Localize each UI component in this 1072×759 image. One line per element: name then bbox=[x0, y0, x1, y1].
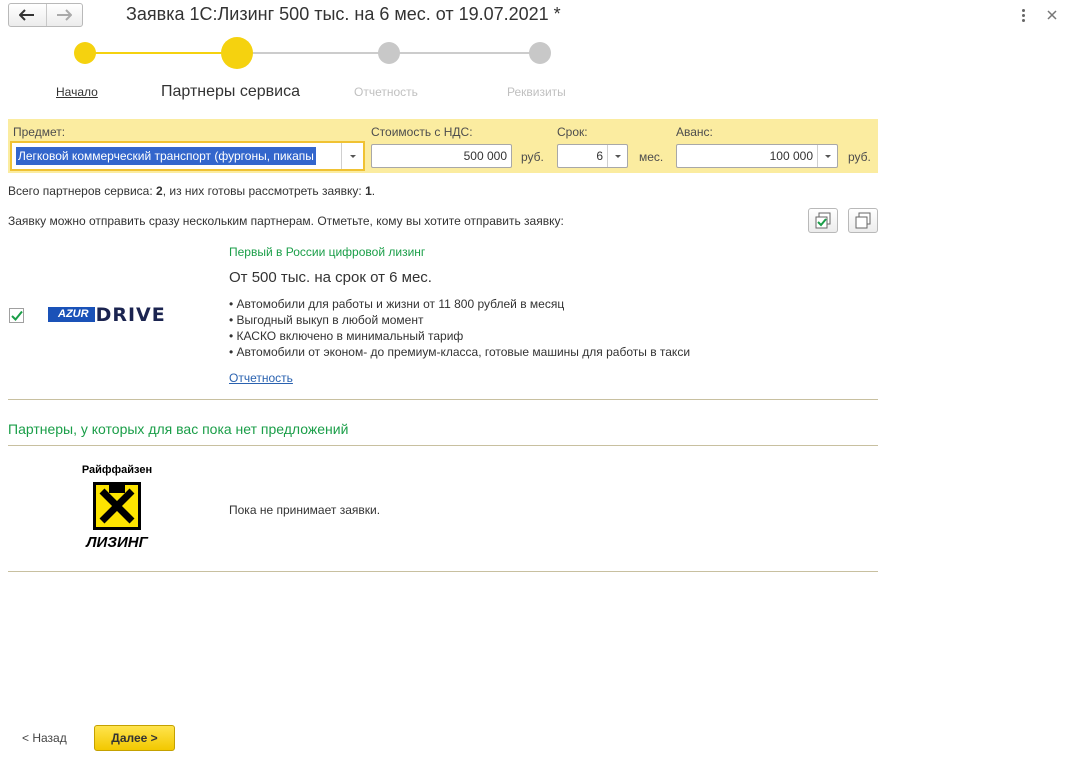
feature-item: КАСКО включено в минимальный тариф bbox=[229, 328, 690, 344]
advance-dropdown-icon[interactable] bbox=[817, 145, 837, 167]
arrow-right-icon bbox=[57, 9, 73, 21]
arrow-left-icon bbox=[19, 9, 35, 21]
checkmark-icon bbox=[11, 310, 23, 321]
azur-drive-logo: AZUR DRIVE bbox=[48, 304, 166, 326]
step-dot-reporting bbox=[378, 42, 400, 64]
feature-item: Выгодный выкуп в любой момент bbox=[229, 312, 690, 328]
back-button[interactable]: < Назад bbox=[22, 731, 67, 745]
back-arrow-button[interactable] bbox=[9, 4, 46, 26]
uncheck-all-button[interactable] bbox=[848, 208, 878, 233]
instruction-text: Заявку можно отправить сразу нескольким … bbox=[8, 214, 564, 228]
advance-unit: руб. bbox=[848, 150, 871, 164]
advance-label: Аванс: bbox=[676, 125, 713, 139]
advance-field[interactable]: 100 000 bbox=[676, 144, 838, 168]
cost-unit: руб. bbox=[521, 150, 544, 164]
cost-field[interactable]: 500 000 bbox=[371, 144, 512, 168]
term-dropdown-icon[interactable] bbox=[607, 145, 627, 167]
uncheck-all-icon bbox=[855, 212, 871, 228]
cost-value: 500 000 bbox=[463, 149, 507, 163]
subject-dropdown-icon[interactable] bbox=[341, 143, 363, 169]
step-requisites-label: Реквизиты bbox=[507, 85, 566, 99]
feature-item: Автомобили от эконом- до премиум-класса,… bbox=[229, 344, 690, 360]
step-dot-requisites bbox=[529, 42, 551, 64]
term-unit: мес. bbox=[639, 150, 664, 164]
step-dot-partners bbox=[221, 37, 253, 69]
no-offers-status: Пока не принимает заявки. bbox=[229, 503, 381, 517]
advance-value: 100 000 bbox=[769, 149, 813, 163]
divider bbox=[8, 571, 878, 572]
subject-label: Предмет: bbox=[13, 125, 66, 139]
check-all-button[interactable] bbox=[808, 208, 838, 233]
partner-features-list: Автомобили для работы и жизни от 11 800 … bbox=[229, 296, 690, 360]
feature-item: Автомобили для работы и жизни от 11 800 … bbox=[229, 296, 690, 312]
forward-arrow-button[interactable] bbox=[45, 4, 83, 26]
subject-select[interactable]: Легковой коммерческий транспорт (фургоны… bbox=[10, 141, 365, 171]
check-all-icon bbox=[815, 212, 831, 228]
more-menu-icon[interactable] bbox=[1014, 6, 1032, 24]
history-nav bbox=[8, 3, 83, 27]
step-partners-label: Партнеры сервиса bbox=[161, 83, 300, 100]
partner-checkbox[interactable] bbox=[9, 308, 24, 323]
partners-summary: Всего партнеров сервиса: 2, из них готов… bbox=[8, 184, 376, 198]
subject-value: Легковой коммерческий транспорт (фургоны… bbox=[16, 147, 316, 165]
next-button[interactable]: Далее > bbox=[94, 725, 175, 751]
term-field[interactable]: 6 bbox=[557, 144, 628, 168]
raiffeisen-logo: Райффайзен ЛИЗИНГ bbox=[81, 464, 153, 551]
partner-tagline: Первый в России цифровой лизинг bbox=[229, 245, 426, 259]
divider bbox=[8, 445, 878, 446]
step-reporting-label: Отчетность bbox=[354, 85, 418, 99]
step-start-link[interactable]: Начало bbox=[56, 85, 98, 99]
reporting-link[interactable]: Отчетность bbox=[229, 371, 293, 385]
divider bbox=[8, 399, 878, 400]
window-title: Заявка 1С:Лизинг 500 тыс. на 6 мес. от 1… bbox=[126, 4, 561, 24]
cost-label: Стоимость с НДС: bbox=[371, 125, 473, 139]
partner-headline: От 500 тыс. на срок от 6 мес. bbox=[229, 269, 432, 286]
step-dot-start bbox=[74, 42, 96, 64]
term-value: 6 bbox=[596, 149, 603, 163]
step-connector-done bbox=[85, 52, 237, 54]
no-offers-title: Партнеры, у которых для вас пока нет пре… bbox=[8, 421, 349, 437]
term-label: Срок: bbox=[557, 125, 588, 139]
close-icon[interactable] bbox=[1044, 7, 1060, 23]
